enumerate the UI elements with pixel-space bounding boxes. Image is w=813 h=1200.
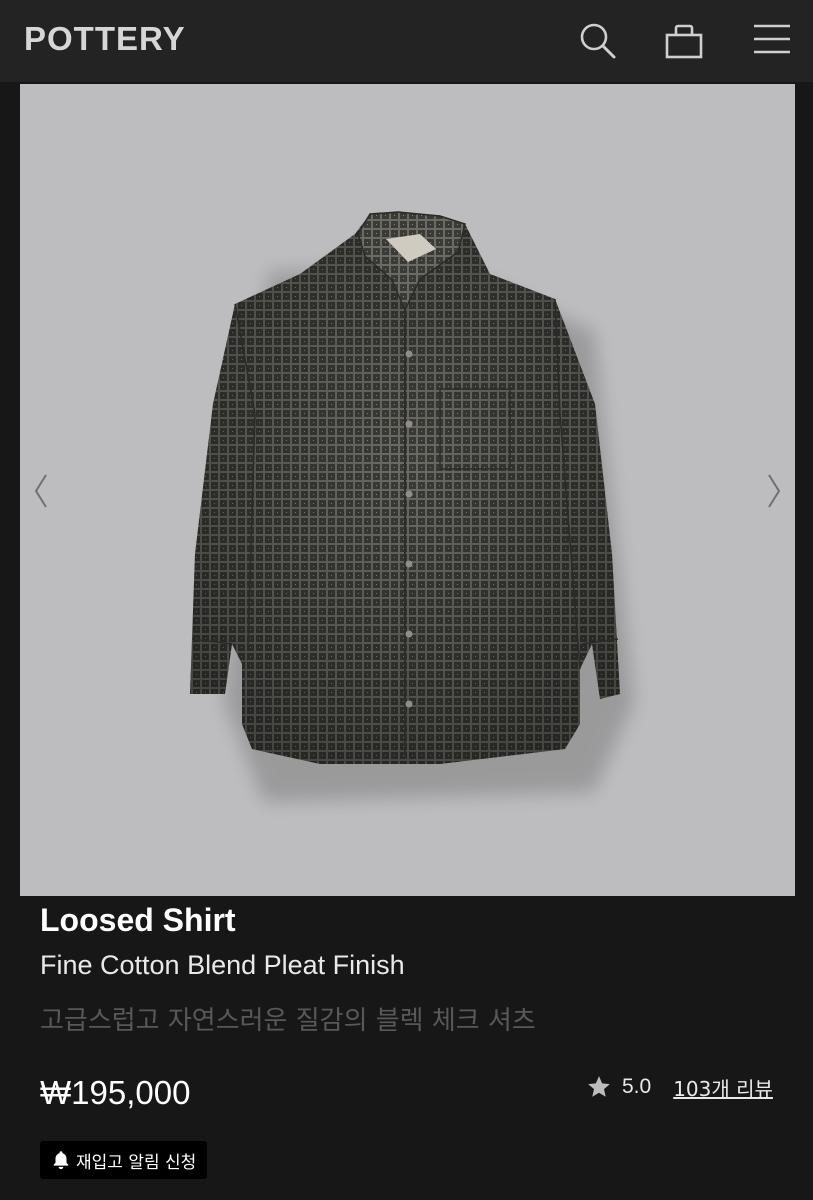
product-name: Loosed Shirt — [40, 902, 236, 938]
product-image-gallery[interactable] — [20, 84, 795, 896]
rating-score: 5.0 — [622, 1075, 652, 1098]
restock-alert-button[interactable]: 재입고 알림 신청 — [40, 1141, 208, 1179]
search-icon[interactable] — [578, 18, 618, 62]
brand-logo[interactable]: POTTERY — [24, 20, 186, 58]
bell-icon — [53, 1151, 69, 1170]
star-icon — [588, 1076, 610, 1097]
chevron-left-icon[interactable] — [28, 469, 56, 513]
shopping-bag-icon[interactable] — [664, 18, 704, 62]
hamburger-menu-icon[interactable] — [752, 18, 792, 62]
product-subtitle: Fine Cotton Blend Pleat Finish — [40, 950, 405, 980]
rating-summary: 5.0 103개 리뷰 — [586, 1070, 773, 1104]
chevron-right-icon[interactable] — [759, 469, 787, 513]
reviews-link[interactable]: 103개 리뷰 — [673, 1073, 773, 1102]
restock-label: 재입고 알림 신청 — [76, 1152, 197, 1173]
shirt-photo — [190, 211, 634, 802]
product-description: 고급스럽고 자연스러운 질감의 블렉 체크 셔츠 — [40, 1006, 536, 1036]
product-price: ₩195,000 — [40, 1074, 191, 1111]
top-header: POTTERY — [0, 0, 813, 82]
